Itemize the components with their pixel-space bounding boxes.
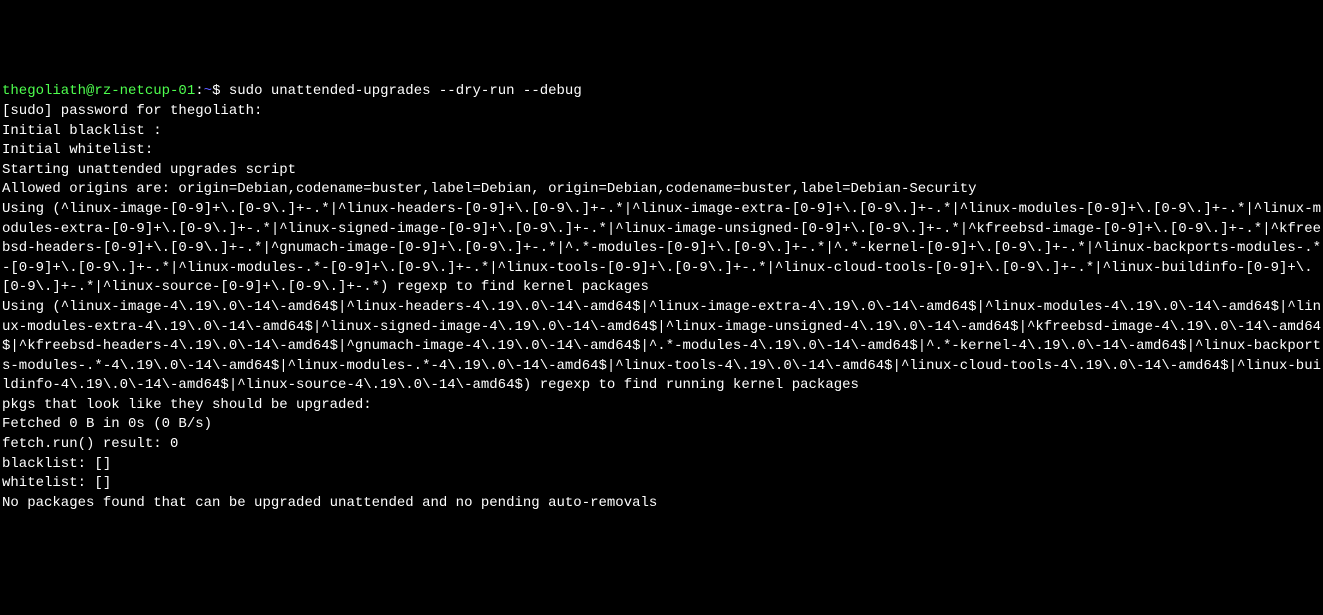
output-line: Using (^linux-image-[0-9]+\.[0-9\.]+-.*|… — [2, 201, 1321, 295]
output-line: whitelist: [] — [2, 475, 111, 491]
prompt-colon: : — [195, 83, 203, 99]
output-line: Fetched 0 B in 0s (0 B/s) — [2, 416, 212, 432]
output-line: pkgs that look like they should be upgra… — [2, 397, 372, 413]
output-line: [sudo] password for thegoliath: — [2, 103, 262, 119]
terminal[interactable]: thegoliath@rz-netcup-01:~$ sudo unattend… — [0, 78, 1323, 517]
output-line: No packages found that can be upgraded u… — [2, 495, 657, 511]
prompt-command: sudo unattended-upgrades --dry-run --deb… — [229, 83, 582, 99]
output-line: Initial whitelist: — [2, 142, 153, 158]
output-line: fetch.run() result: 0 — [2, 436, 178, 452]
output-line: Initial blacklist : — [2, 123, 162, 139]
output-line: Using (^linux-image-4\.19\.0\-14\-amd64$… — [2, 299, 1321, 393]
prompt-user: thegoliath — [2, 83, 86, 99]
output-line: blacklist: [] — [2, 456, 111, 472]
output-line: Starting unattended upgrades script — [2, 162, 296, 178]
prompt-dollar: $ — [212, 83, 229, 99]
output-line: Allowed origins are: origin=Debian,coden… — [2, 181, 977, 197]
prompt-host: rz-netcup-01 — [94, 83, 195, 99]
prompt-path: ~ — [204, 83, 212, 99]
